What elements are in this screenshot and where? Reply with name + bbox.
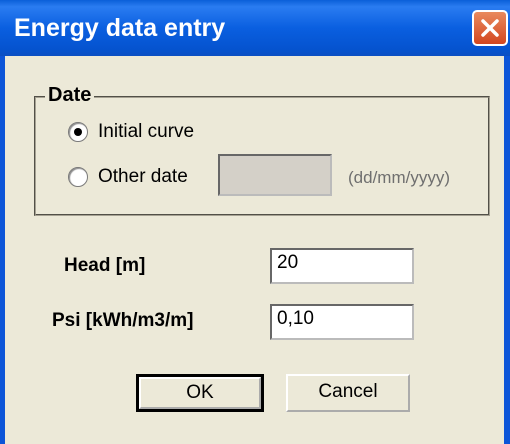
head-label: Head [m] xyxy=(64,255,146,276)
date-format-hint: (dd/mm/yyyy) xyxy=(348,168,450,187)
ok-button-label: OK xyxy=(186,382,214,403)
other-date-radio[interactable] xyxy=(68,167,88,187)
close-button[interactable] xyxy=(472,10,508,46)
window-border-right xyxy=(504,56,510,444)
title-bar[interactable]: Energy data entry xyxy=(0,0,510,56)
other-date-label[interactable]: Other date xyxy=(98,166,188,188)
cancel-button-label: Cancel xyxy=(318,381,378,402)
initial-curve-label[interactable]: Initial curve xyxy=(98,121,194,143)
window-title: Energy data entry xyxy=(14,14,226,42)
dialog-window: Energy data entry Date Initial curve Oth… xyxy=(0,0,510,444)
other-date-input[interactable] xyxy=(218,154,332,196)
initial-curve-radio[interactable] xyxy=(68,122,88,142)
radio-selected-dot xyxy=(74,128,82,136)
date-group-label: Date xyxy=(45,84,95,107)
head-input[interactable]: 20 xyxy=(270,248,414,284)
ok-button[interactable]: OK xyxy=(136,374,264,412)
psi-label: Psi [kWh/m3/m] xyxy=(52,310,194,331)
cancel-button[interactable]: Cancel xyxy=(286,374,410,412)
close-icon xyxy=(481,19,499,37)
psi-input[interactable]: 0,10 xyxy=(270,304,414,340)
window-border-left xyxy=(0,56,5,444)
